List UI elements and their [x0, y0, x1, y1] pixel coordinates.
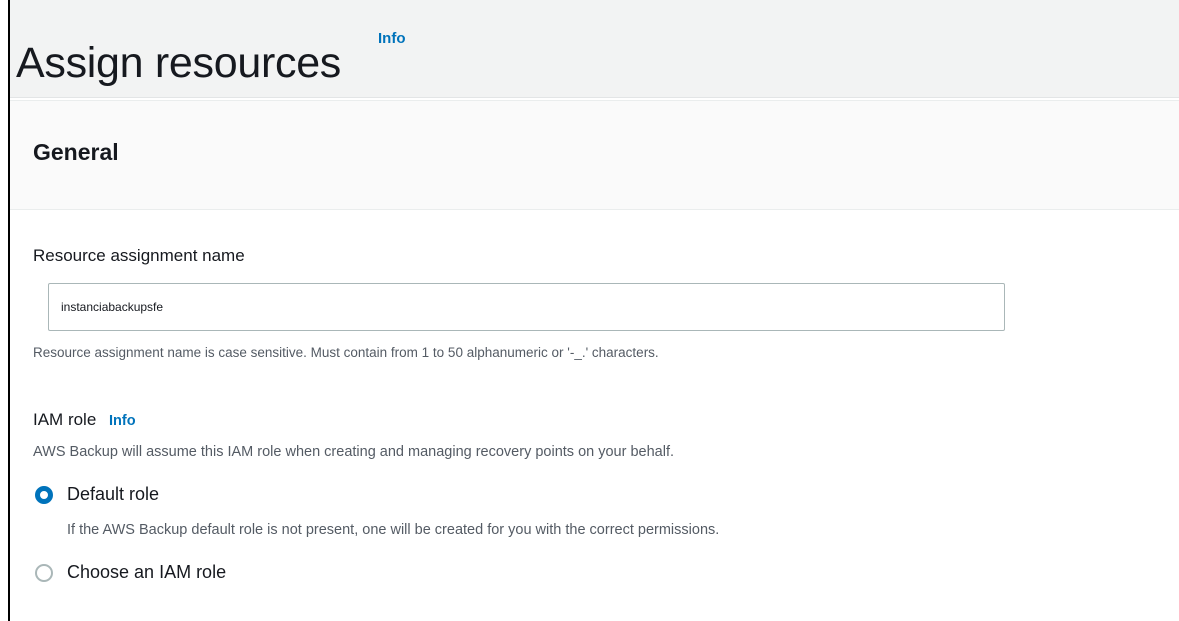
radio-selected-icon[interactable] [35, 485, 53, 504]
page-title: Assign resources [16, 38, 342, 87]
radio-unselected-icon[interactable] [35, 563, 53, 582]
radio-default-role[interactable]: Default role [35, 484, 159, 505]
page-info-link[interactable]: Info [378, 30, 406, 47]
resource-assignment-name-input[interactable] [48, 283, 1005, 331]
iam-role-label-row: IAM role Info [33, 410, 136, 430]
radio-choose-iam-role-label[interactable]: Choose an IAM role [67, 562, 226, 583]
iam-role-description: AWS Backup will assume this IAM role whe… [33, 444, 675, 460]
general-section-header: General [10, 100, 1179, 210]
general-section-body: Resource assignment name Resource assign… [10, 210, 1179, 621]
resource-assignment-name-constraint: Resource assignment name is case sensiti… [33, 345, 659, 360]
iam-role-label: IAM role [33, 410, 97, 429]
general-section-title: General [33, 139, 119, 165]
radio-choose-iam-role[interactable]: Choose an IAM role [35, 562, 226, 583]
radio-default-role-label[interactable]: Default role [67, 484, 159, 505]
page-header: Assign resources Info [10, 0, 1179, 98]
resource-assignment-name-label: Resource assignment name [33, 246, 245, 265]
iam-role-info-link[interactable]: Info [109, 413, 136, 429]
radio-default-role-description: If the AWS Backup default role is not pr… [67, 522, 720, 538]
